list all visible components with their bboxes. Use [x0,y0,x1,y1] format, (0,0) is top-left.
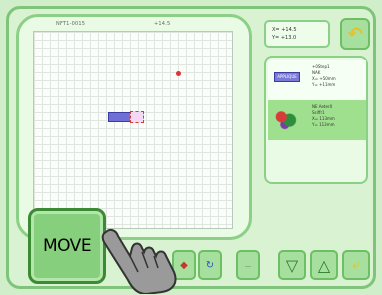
applique-thumbnail: APPLIQUE [274,72,300,82]
pattern-block [108,112,132,122]
design-thumbnail [274,108,298,130]
needle-position-marker [176,71,181,76]
design-header-right: +14.5 [154,21,171,27]
frame-button-label: … [245,261,251,269]
move-up-button[interactable]: △ [310,250,338,280]
coord-line-1: X= +14.5 [272,27,297,33]
rotate-icon: ↻ [205,259,215,271]
undo-arrow-icon: ↶ [347,23,363,45]
return-button[interactable]: ⤶ [342,250,370,280]
design-info-text: NE Aeter0 Ssiffr1 X= 113mm Y= 113mm [312,104,368,128]
coord-line-2: Y= +13.0 [272,35,297,41]
pattern-selection-box [130,111,144,123]
return-icon: ⤶ [352,257,360,273]
design-info-panel: APPLIQUE +0Step1 NAK X= +50mm Y= +11mm N… [264,56,368,184]
rotate-button[interactable]: ↻ [198,250,222,280]
down-triangle-icon: ▽ [285,255,299,275]
embroidery-grid[interactable] [33,31,233,229]
undo-button[interactable]: ↶ [340,18,370,50]
design-area-header: NFT1-0015 +14.5 [34,19,244,31]
up-triangle-icon: △ [317,255,331,275]
design-info-row[interactable]: APPLIQUE +0Step1 NAK X= +50mm Y= +11mm [268,60,366,100]
design-info-text: +0Step1 NAK X= +50mm Y= +11mm [312,64,368,88]
thread-color-icon: ◆ [180,259,188,271]
pointing-hand-icon [101,228,177,294]
design-header-left: NFT1-0015 [56,21,86,27]
info-line: Y= 113mm [312,122,335,127]
frame-button[interactable]: … [236,250,260,280]
move-down-button[interactable]: ▽ [278,250,306,280]
coordinates-display: X= +14.5 Y= +13.0 [264,20,330,48]
design-info-row-selected[interactable]: NE Aeter0 Ssiffr1 X= 113mm Y= 113mm [268,100,366,140]
move-button[interactable]: MOVE [28,208,106,284]
embroidery-pattern[interactable] [108,111,148,123]
info-line: Y= +11mm [312,82,336,87]
